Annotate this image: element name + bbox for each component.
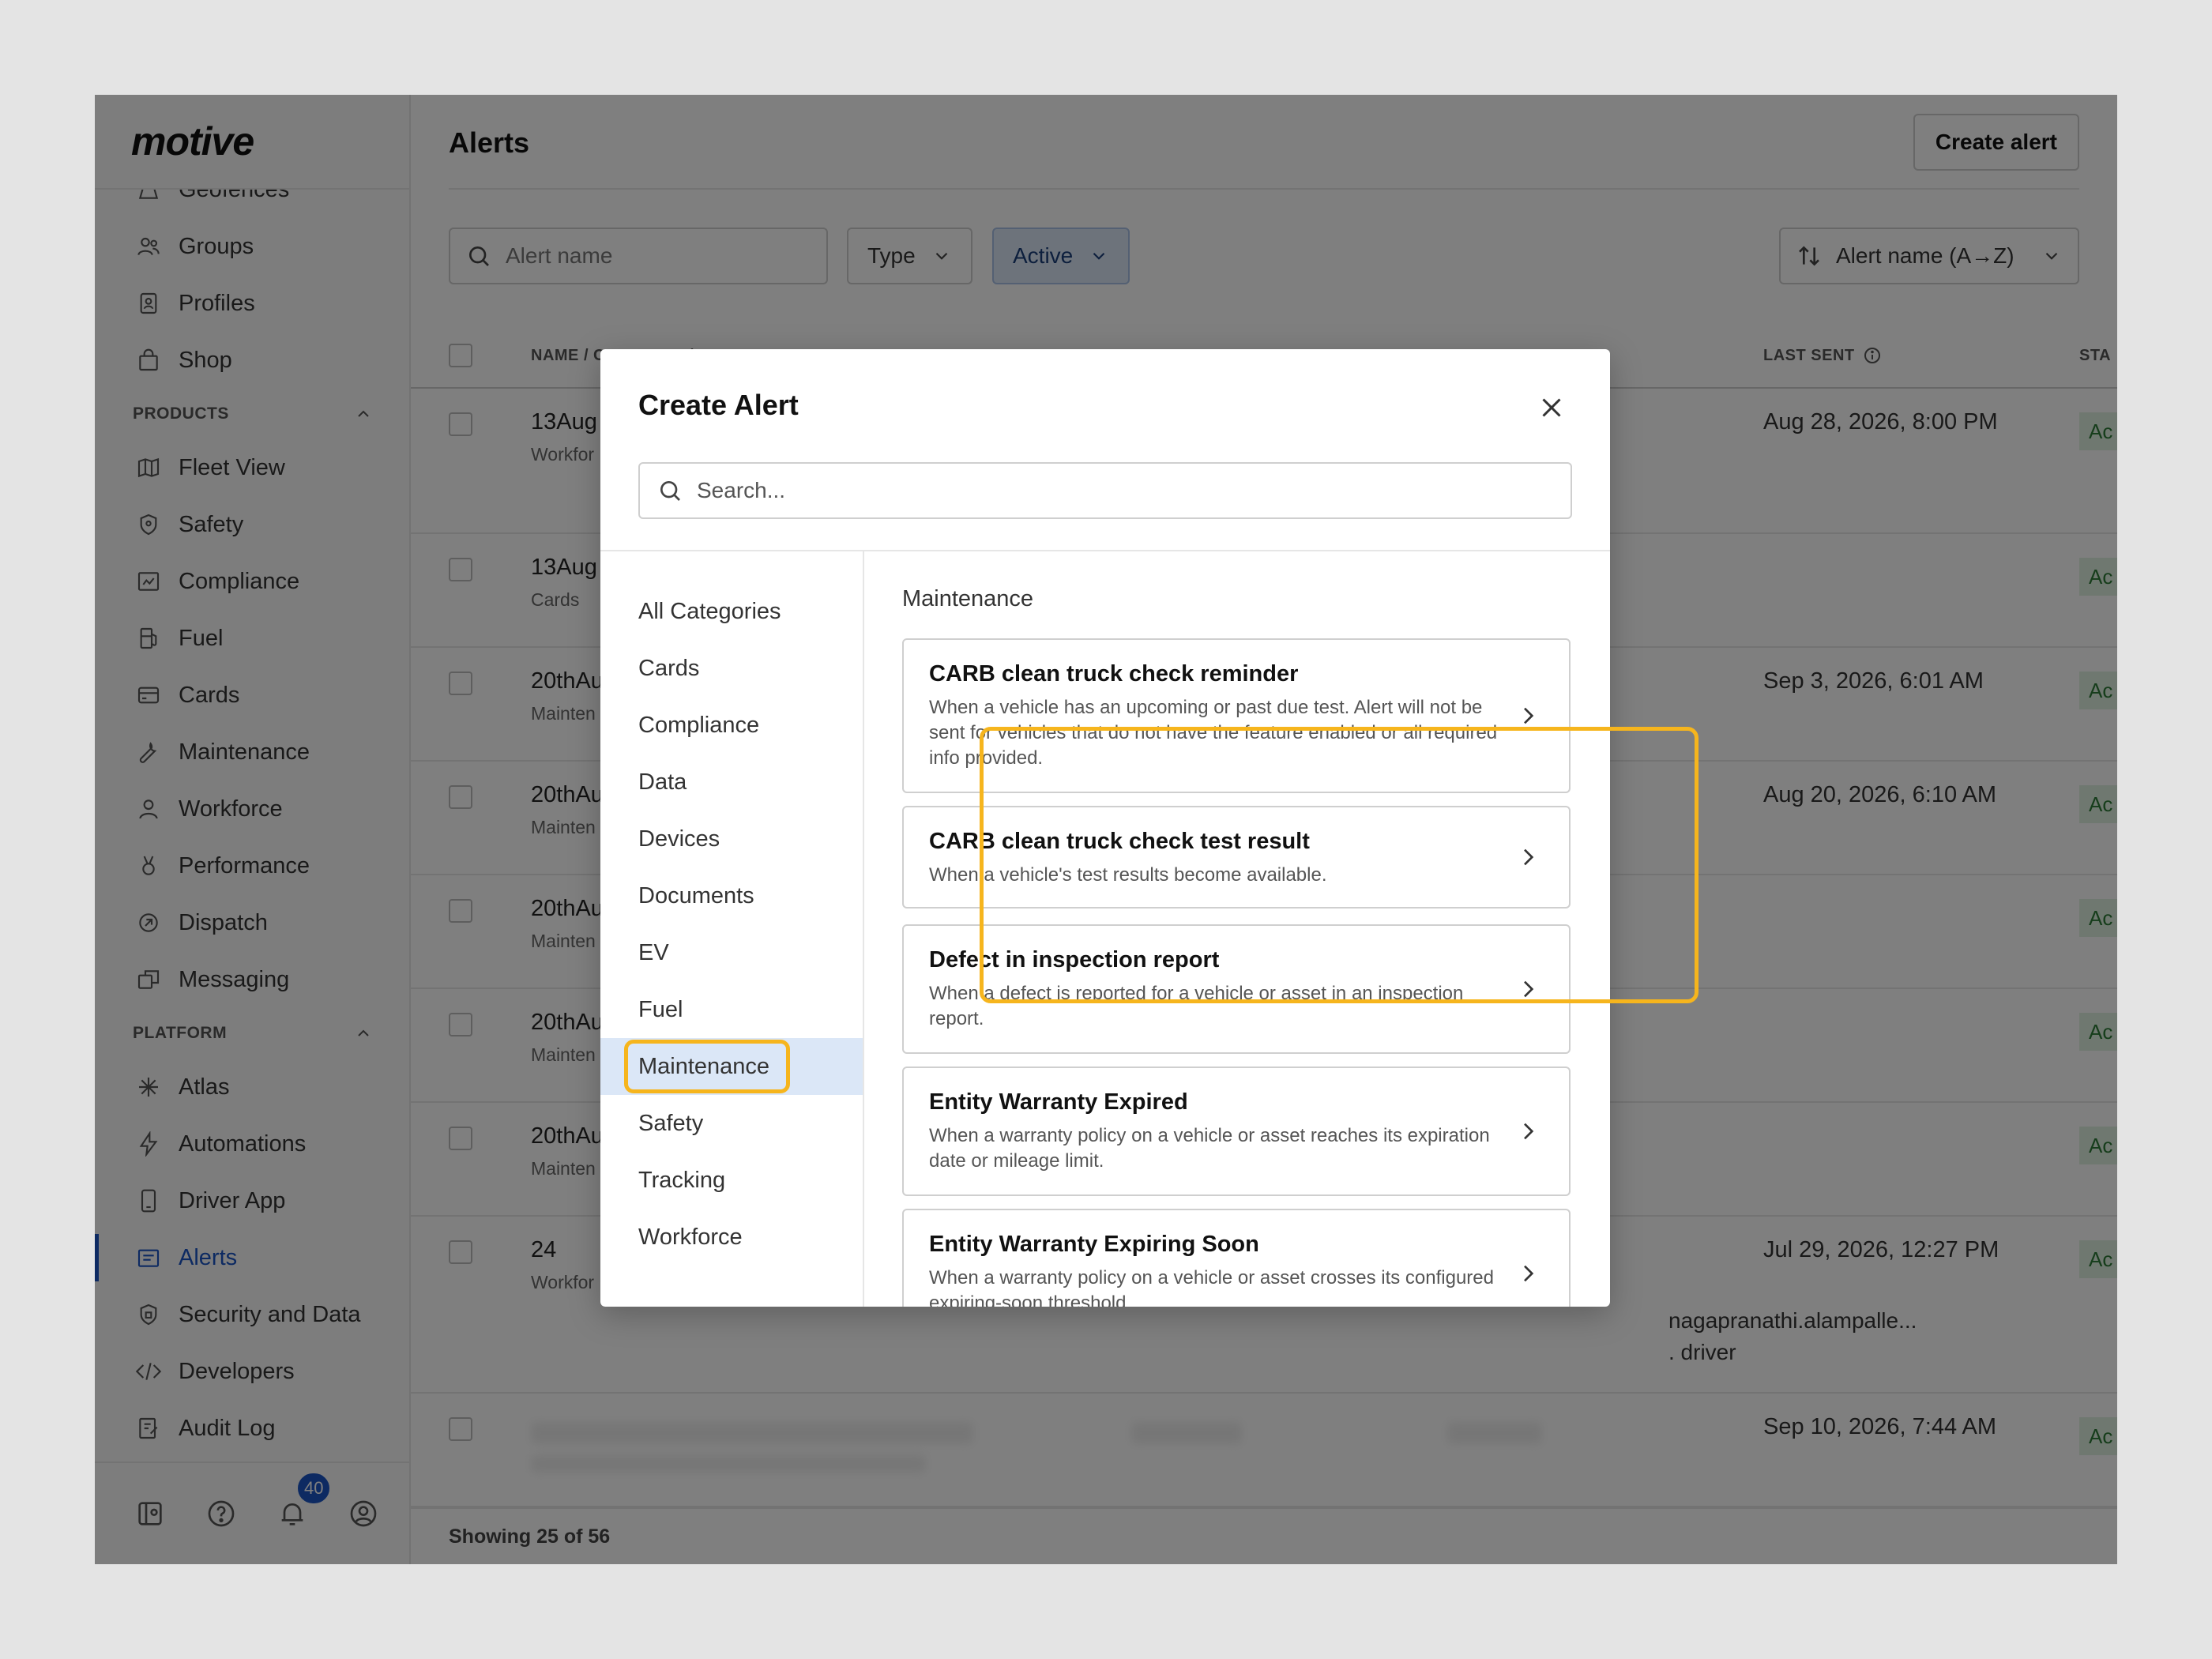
chevron-right-icon xyxy=(1515,1261,1540,1286)
category-devices[interactable]: Devices xyxy=(600,811,863,867)
app-window: motive Geofences Groups Profiles Sho xyxy=(95,95,2117,1564)
category-maintenance[interactable]: Maintenance xyxy=(600,1038,863,1095)
category-data[interactable]: Data xyxy=(600,754,863,811)
alert-type-description: When a warranty policy on a vehicle or a… xyxy=(929,1125,1490,1172)
category-cards[interactable]: Cards xyxy=(600,640,863,697)
alert-type-card[interactable]: Entity Warranty Expired When a warranty … xyxy=(902,1066,1571,1196)
category-documents[interactable]: Documents xyxy=(600,867,863,924)
search-placeholder: Search... xyxy=(697,478,786,502)
alert-type-title: Entity Warranty Expiring Soon xyxy=(929,1232,1259,1257)
alert-type-description: When a warranty policy on a vehicle or a… xyxy=(929,1267,1494,1307)
alert-type-title: Entity Warranty Expired xyxy=(929,1089,1188,1115)
category-list: All Categories Cards Compliance Data Dev… xyxy=(600,551,864,1307)
modal-search-input[interactable]: Search... xyxy=(638,462,1572,519)
modal-title: Create Alert xyxy=(638,389,799,421)
highlight-box xyxy=(980,727,1698,1003)
highlight-box xyxy=(624,1040,790,1093)
category-compliance[interactable]: Compliance xyxy=(600,697,863,754)
category-workforce[interactable]: Workforce xyxy=(600,1209,863,1266)
chevron-right-icon xyxy=(1515,1119,1540,1144)
alert-type-title: CARB clean truck check reminder xyxy=(929,661,1299,687)
alert-type-card[interactable]: Entity Warranty Expiring Soon When a war… xyxy=(902,1209,1571,1307)
chevron-right-icon xyxy=(1515,703,1540,728)
close-icon[interactable] xyxy=(1537,393,1566,422)
category-fuel[interactable]: Fuel xyxy=(600,981,863,1038)
section-label: Maintenance xyxy=(902,586,1034,611)
category-ev[interactable]: EV xyxy=(600,924,863,981)
search-icon xyxy=(657,478,683,503)
category-tracking[interactable]: Tracking xyxy=(600,1152,863,1209)
category-safety[interactable]: Safety xyxy=(600,1095,863,1152)
category-all[interactable]: All Categories xyxy=(600,583,863,640)
